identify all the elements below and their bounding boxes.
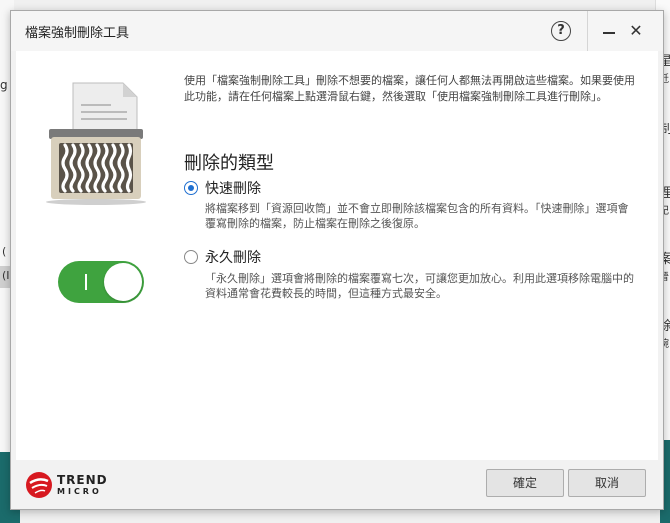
dialog-footer: TREND MICRO 確定 取消 — [11, 460, 663, 509]
title-bar[interactable]: 檔案強制刪除工具 ? ✕ — [11, 11, 663, 51]
background-text: g — [0, 78, 8, 92]
secure-erase-dialog: 檔案強制刪除工具 ? ✕ 使用「檔案強制刪除工具」刪除不想要的檔案，讓任何人都無… — [10, 10, 664, 510]
trend-micro-logo: TREND MICRO — [25, 470, 125, 500]
toggle-on-indicator — [85, 274, 87, 290]
background-text: (I — [2, 269, 10, 282]
toggle-knob — [104, 263, 142, 301]
dialog-content: 使用「檔案強制刪除工具」刪除不想要的檔案，讓任何人都無法再開啟這些檔案。如果要使… — [16, 51, 658, 460]
trend-micro-logo-icon — [26, 472, 52, 498]
delete-type-heading: 刪除的類型 — [184, 153, 274, 174]
feature-toggle[interactable] — [58, 261, 144, 303]
help-icon: ? — [557, 23, 565, 38]
feature-description: 使用「檔案強制刪除工具」刪除不想要的檔案，讓任何人都無法再開啟這些檔案。如果要使… — [184, 74, 635, 103]
logo-text: MICRO — [57, 487, 102, 496]
quick-delete-label[interactable]: 快速刪除 — [205, 178, 261, 198]
close-button[interactable]: ✕ — [627, 21, 645, 41]
background-text: ( — [2, 245, 7, 258]
permanent-delete-description: 「永久刪除」選項會將刪除的檔案覆寫七次，可讓您更加放心。利用此選項移除電腦中的資… — [205, 272, 634, 300]
quick-delete-radio[interactable] — [184, 181, 198, 195]
ok-button[interactable]: 確定 — [486, 469, 564, 497]
shredder-icon — [46, 82, 146, 205]
quick-delete-description: 將檔案移到「資源回收筒」並不會立即刪除該檔案包含的所有資料。「快速刪除」選項會覆… — [205, 202, 629, 230]
cancel-button[interactable]: 取消 — [568, 469, 646, 497]
permanent-delete-radio[interactable] — [184, 250, 198, 264]
title-separator — [587, 11, 588, 51]
dialog-title: 檔案強制刪除工具 — [25, 26, 130, 41]
permanent-delete-label[interactable]: 永久刪除 — [205, 247, 261, 267]
minimize-button[interactable] — [601, 21, 617, 41]
close-icon: ✕ — [629, 21, 643, 40]
logo-text: TREND — [57, 473, 108, 487]
help-button[interactable]: ? — [551, 21, 571, 41]
